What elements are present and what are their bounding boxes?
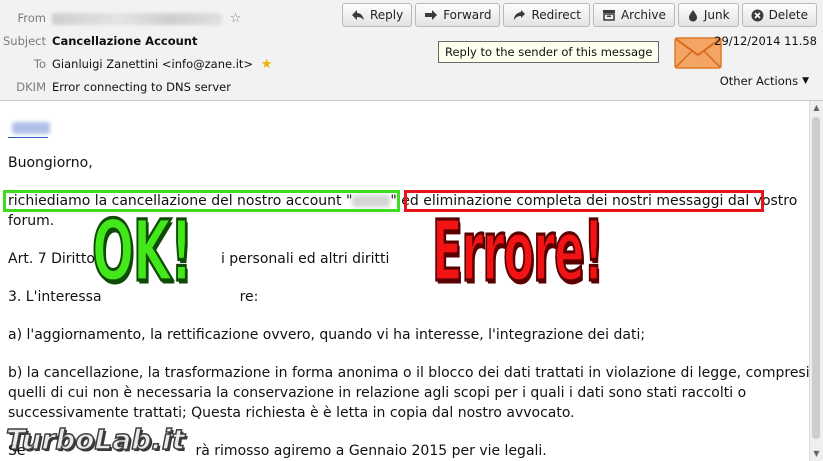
clause-a: a) l'aggiornamento, la rettificazione ov… — [8, 327, 646, 343]
recipient[interactable]: Gianluigi Zanettini <info@zane.it> — [52, 57, 253, 71]
scroll-up-icon[interactable]: ▲ — [810, 101, 823, 115]
star-icon[interactable]: ☆ — [230, 9, 242, 29]
other-actions-button[interactable]: Other Actions ▼ — [720, 74, 809, 88]
archive-icon — [602, 10, 615, 21]
chevron-down-icon: ▼ — [802, 76, 809, 86]
reply-button[interactable]: Reply — [341, 3, 413, 27]
greeting: Buongiorno, — [8, 155, 93, 171]
star-icon[interactable]: ★ — [261, 55, 273, 75]
ok-overlay-text: OK! — [91, 201, 194, 302]
ok-highlight-box — [3, 190, 400, 212]
redacted-link[interactable] — [8, 135, 48, 138]
redirect-icon — [514, 10, 526, 20]
dkim-label: DKIM — [16, 80, 46, 94]
message-toolbar: Reply Forward Redirect Archive Junk Dele… — [341, 3, 817, 27]
junk-icon — [688, 9, 697, 21]
law-line: Art. 7 Diritto i personali ed altri dirit… — [8, 251, 390, 267]
redirect-button[interactable]: Redirect — [503, 3, 590, 27]
scroll-down-icon[interactable]: ▼ — [810, 447, 823, 461]
subject-label: Subject — [3, 34, 46, 48]
message-header: From ☆ Subject Cancellazione Account To … — [0, 0, 823, 101]
redacted-link-text — [12, 122, 51, 134]
clause-b-1: b) la cancellazione, la trasformazione i… — [8, 365, 810, 381]
reply-tooltip: Reply to the sender of this message — [438, 41, 660, 63]
junk-button[interactable]: Junk — [677, 3, 739, 27]
request-line-2: forum. — [8, 213, 55, 229]
delete-icon — [751, 9, 764, 21]
message-date: 29/12/2014 11.58 — [714, 34, 817, 48]
sender-redacted[interactable] — [52, 12, 222, 25]
to-label: To — [33, 57, 46, 71]
dkim-status: Error connecting to DNS server — [52, 80, 231, 94]
scrollbar-thumb[interactable] — [812, 117, 820, 439]
vertical-scrollbar[interactable]: ▲ ▼ — [809, 101, 823, 461]
forward-icon — [425, 10, 438, 20]
archive-button[interactable]: Archive — [592, 3, 675, 27]
error-overlay-text: Errore! — [431, 201, 604, 302]
delete-button[interactable]: Delete — [741, 3, 817, 27]
reply-icon — [351, 10, 364, 20]
clause-b-2: quelli di cui non è necessaria la conser… — [8, 385, 747, 401]
forward-button[interactable]: Forward — [415, 3, 501, 27]
from-label: From — [17, 11, 47, 25]
watermark-logo: TurboLab.it — [5, 422, 185, 457]
subject-value: Cancellazione Account — [52, 34, 198, 48]
